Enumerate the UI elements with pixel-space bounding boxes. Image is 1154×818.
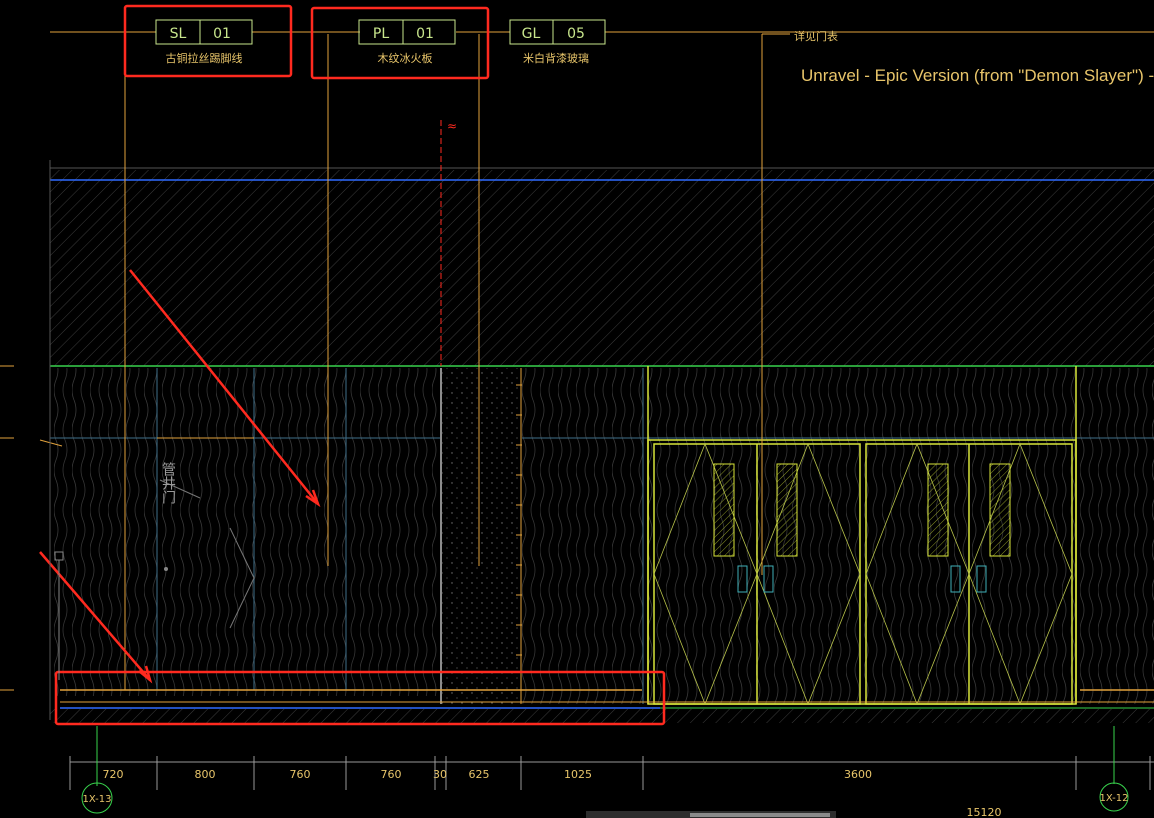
svg-text:05: 05 (567, 26, 585, 42)
svg-text:木纹冰火板: 木纹冰火板 (378, 51, 433, 65)
floor-hatch (50, 709, 1154, 723)
glass-strip (441, 368, 521, 704)
dim-label: 30 (433, 768, 447, 781)
shaft-door-label: 管井门 (160, 462, 176, 505)
door-schedule-note: 详见门表 (794, 29, 838, 43)
svg-text:SL: SL (170, 26, 187, 42)
svg-text:米白背漆玻璃: 米白背漆玻璃 (523, 51, 589, 65)
svg-text:古铜拉丝踢脚线: 古铜拉丝踢脚线 (166, 51, 243, 65)
dim-label: 1025 (564, 768, 592, 781)
svg-text:1X-12: 1X-12 (1099, 793, 1128, 804)
dim-label: 720 (103, 768, 124, 781)
wall-wood-panel-right (522, 368, 1154, 704)
svg-text:≈: ≈ (447, 119, 457, 133)
media-title-overlay: Unravel - Epic Version (from "Demon Slay… (801, 66, 1154, 85)
material-tag-gl: GL 05 米白背漆玻璃 (509, 19, 606, 65)
svg-text:01: 01 (213, 26, 231, 42)
svg-text:GL: GL (522, 26, 541, 42)
svg-text:1X-13: 1X-13 (82, 794, 111, 805)
dim-label: 760 (381, 768, 402, 781)
ceiling-hatch (50, 170, 1154, 366)
material-tag-sl: SL 01 古铜拉丝踢脚线 (155, 19, 253, 65)
dim-label: 800 (195, 768, 216, 781)
dim-label: 760 (290, 768, 311, 781)
grid-axis-right: 1X-12 (1099, 726, 1129, 812)
wall-wood-panel (50, 368, 440, 696)
scrollbar-thumb[interactable] (690, 813, 830, 817)
total-dim-label: 15120 (967, 806, 1002, 818)
dim-label: 625 (469, 768, 490, 781)
svg-text:01: 01 (416, 26, 434, 42)
material-tag-pl: PL 01 木纹冰火板 (358, 19, 456, 65)
svg-text:PL: PL (373, 26, 389, 42)
dim-label: 3600 (844, 768, 872, 781)
